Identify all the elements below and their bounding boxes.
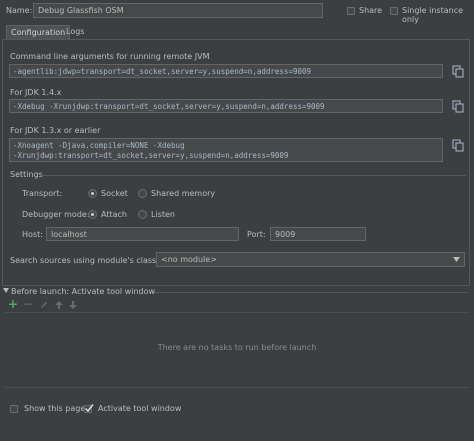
collapse-chevron-icon[interactable] (3, 288, 9, 294)
activate-tool-window-checkbox[interactable] (84, 404, 94, 413)
jdk13-field[interactable]: -Xnoagent -Djava.compiler=NONE -Xdebug -… (9, 138, 443, 162)
show-page-checkbox[interactable] (10, 405, 18, 413)
name-field[interactable]: Debug Glassfish OSM (33, 3, 323, 18)
settings-title: Settings (10, 170, 43, 179)
cmd-args-field[interactable]: -agentlib:jdwp=transport=dt_socket,serve… (9, 64, 443, 78)
jdk14-field[interactable]: -Xdebug -Xrunjdwp:transport=dt_socket,se… (9, 99, 443, 113)
chevron-down-icon (453, 257, 460, 262)
jdk14-label: For JDK 1.4.x (10, 88, 62, 97)
transport-socket-radio[interactable] (88, 189, 97, 198)
jdk14-value: -Xdebug -Xrunjdwp:transport=dt_socket,se… (13, 102, 325, 111)
edit-icon[interactable] (40, 301, 48, 309)
jdk13-label: For JDK 1.3.x or earlier (10, 126, 101, 135)
tasks-empty-text: There are no tasks to run before launch (157, 343, 317, 352)
mode-listen-radio[interactable] (138, 210, 147, 219)
show-page-label: Show this page (24, 404, 86, 413)
move-up-icon[interactable] (55, 301, 63, 309)
host-label: Host: (22, 230, 43, 239)
tab-configuration[interactable]: Configuration (6, 25, 71, 39)
port-label: Port: (247, 230, 266, 239)
jdk13-line1: -Xnoagent -Djava.compiler=NONE -Xdebug (13, 141, 185, 150)
cmd-args-value: -agentlib:jdwp=transport=dt_socket,serve… (13, 67, 312, 76)
transport-shared-memory-radio[interactable] (138, 189, 147, 198)
mode-listen-label: Listen (151, 210, 175, 219)
name-label: Name: (6, 6, 33, 15)
debugger-mode-label: Debugger mode: (22, 210, 90, 219)
single-instance-checkbox[interactable] (390, 7, 398, 15)
share-label: Share (359, 6, 383, 15)
module-select-value: <no module> (161, 255, 217, 264)
sources-label: Search sources using module's classpath: (10, 256, 178, 265)
mode-attach-label: Attach (101, 210, 127, 219)
host-input[interactable]: localhost (46, 227, 239, 241)
cmd-args-label: Command line arguments for running remot… (10, 52, 210, 61)
name-value: Debug Glassfish OSM (38, 6, 124, 15)
transport-label: Transport: (22, 189, 63, 198)
copy-icon[interactable] (452, 139, 464, 152)
port-value: 9009 (275, 230, 296, 239)
mode-attach-radio[interactable] (88, 210, 97, 219)
port-input[interactable]: 9009 (270, 227, 366, 241)
check-icon (84, 404, 94, 413)
module-select[interactable]: <no module> (156, 252, 465, 267)
settings-divider (42, 175, 466, 176)
add-icon[interactable]: + (8, 298, 18, 310)
activate-tool-window-label: Activate tool window (98, 404, 182, 413)
transport-socket-label: Socket (101, 189, 128, 198)
share-checkbox[interactable] (347, 7, 355, 15)
single-instance-label: Single instance only (402, 6, 464, 24)
copy-icon[interactable] (452, 100, 464, 113)
remove-icon[interactable]: − (23, 298, 33, 310)
jdk13-line2: -Xrunjdwp:transport=dt_socket,server=y,s… (13, 151, 289, 160)
before-launch-title: Before launch: Activate tool window (11, 287, 156, 296)
tasks-list[interactable]: There are no tasks to run before launch (4, 312, 470, 388)
tab-logs[interactable]: Logs (62, 25, 88, 39)
transport-shared-memory-label: Shared memory (151, 189, 216, 198)
host-value: localhost (51, 230, 87, 239)
before-launch-divider (154, 292, 468, 293)
copy-icon[interactable] (452, 65, 464, 78)
move-down-icon[interactable] (69, 301, 77, 309)
